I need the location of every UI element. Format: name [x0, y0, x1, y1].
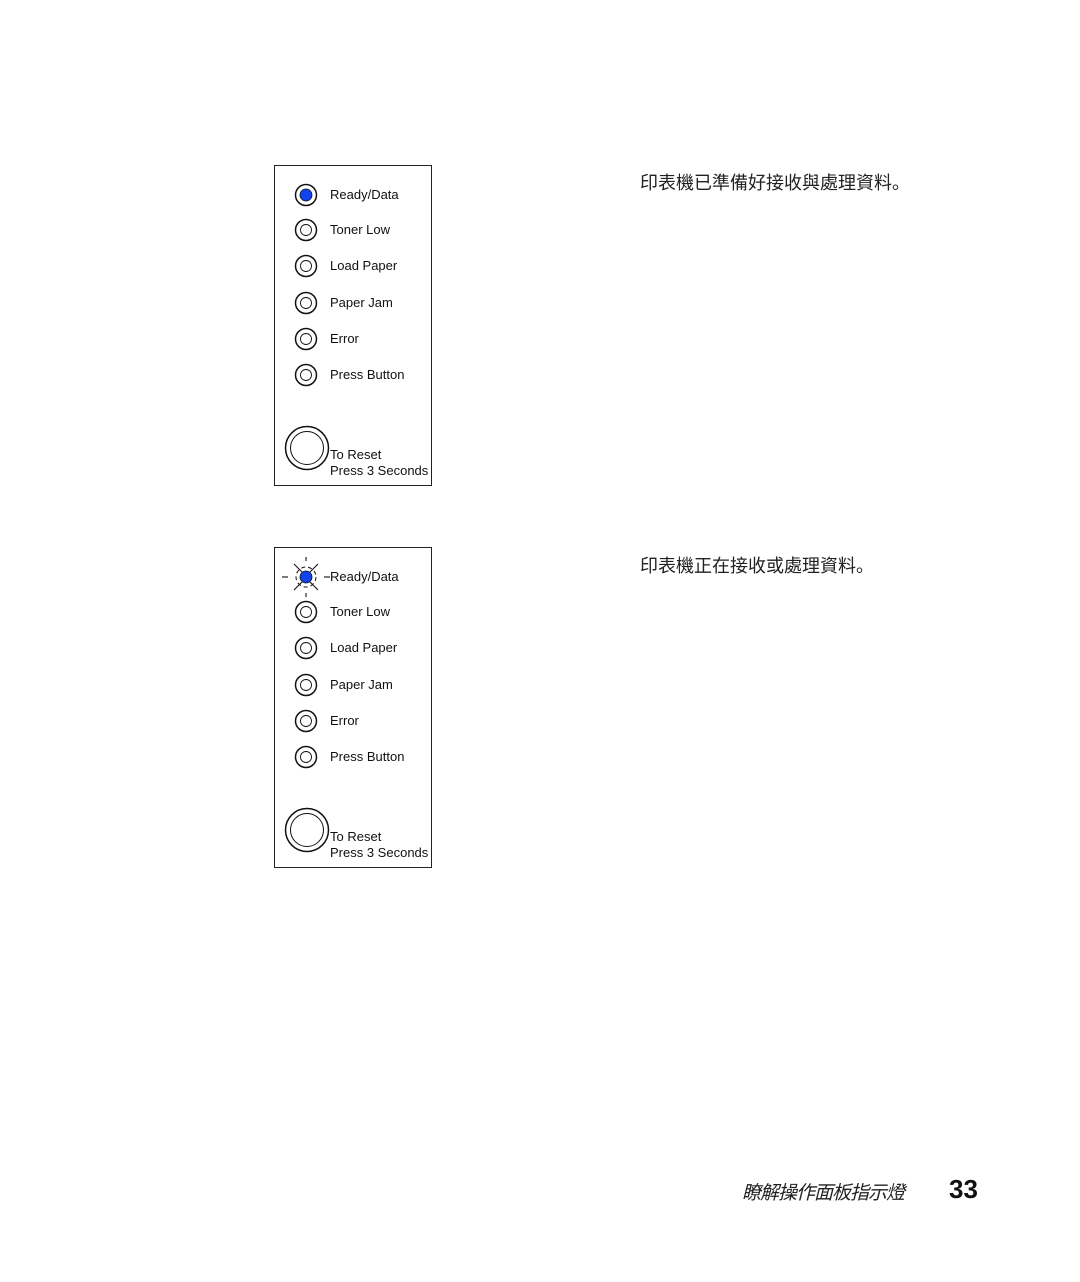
- indicator-label: Load Paper: [330, 258, 398, 273]
- control-panel-ready: Ready/Data Toner Low Load Paper Paper Ja…: [274, 165, 432, 486]
- indicator-ready-data: Ready/Data: [275, 183, 433, 207]
- reset-line-1: To Reset: [330, 447, 382, 462]
- indicator-label: Ready/Data: [330, 569, 399, 584]
- led-off-icon: [294, 709, 318, 733]
- reset-line-2: Press 3 Seconds: [330, 845, 429, 860]
- led-off-icon: [294, 745, 318, 769]
- led-off-icon: [294, 327, 318, 351]
- indicator-load-paper: Load Paper: [275, 254, 433, 278]
- indicator-label: Load Paper: [330, 640, 398, 655]
- indicator-load-paper: Load Paper: [275, 636, 433, 660]
- indicator-label: Error: [330, 713, 359, 728]
- indicator-press-button: Press Button: [275, 363, 433, 387]
- indicator-label: Paper Jam: [330, 295, 393, 310]
- section-title: 瞭解操作面板指示燈: [742, 1182, 905, 1204]
- indicator-ready-data: Ready/Data: [275, 557, 433, 597]
- indicator-label: Ready/Data: [330, 187, 399, 202]
- led-off-icon: [294, 291, 318, 315]
- reset-line-2: Press 3 Seconds: [330, 463, 429, 478]
- reset-line-1: To Reset: [330, 829, 382, 844]
- indicator-error: Error: [275, 709, 433, 733]
- indicator-label: Toner Low: [330, 222, 390, 237]
- led-off-icon: [294, 636, 318, 660]
- indicator-paper-jam: Paper Jam: [275, 673, 433, 697]
- indicator-label: Press Button: [330, 367, 405, 382]
- indicator-toner-low: Toner Low: [275, 218, 433, 242]
- indicator-label: Press Button: [330, 749, 405, 764]
- led-blinking-icon: [282, 557, 330, 597]
- indicator-error: Error: [275, 327, 433, 351]
- led-off-icon: [294, 600, 318, 624]
- led-on-icon: [294, 183, 318, 207]
- indicator-press-button: Press Button: [275, 745, 433, 769]
- led-off-icon: [294, 363, 318, 387]
- indicator-toner-low: Toner Low: [275, 600, 433, 624]
- indicator-label: Paper Jam: [330, 677, 393, 692]
- led-off-icon: [294, 673, 318, 697]
- reset-instructions: To Reset Press 3 Seconds: [330, 447, 428, 479]
- panel-1-description: 印表機已準備好接收與處理資料。: [640, 173, 910, 194]
- panel-2-description: 印表機正在接收或處理資料。: [640, 556, 874, 577]
- indicator-label: Toner Low: [330, 604, 390, 619]
- page-number: 33: [949, 1174, 978, 1204]
- reset-instructions: To Reset Press 3 Seconds: [330, 829, 428, 861]
- control-panel-busy: Ready/Data Toner Low Load Paper Paper Ja…: [274, 547, 432, 868]
- reset-button-icon: [284, 807, 330, 853]
- led-off-icon: [294, 218, 318, 242]
- reset-button-icon: [284, 425, 330, 471]
- indicator-paper-jam: Paper Jam: [275, 291, 433, 315]
- indicator-label: Error: [330, 331, 359, 346]
- led-off-icon: [294, 254, 318, 278]
